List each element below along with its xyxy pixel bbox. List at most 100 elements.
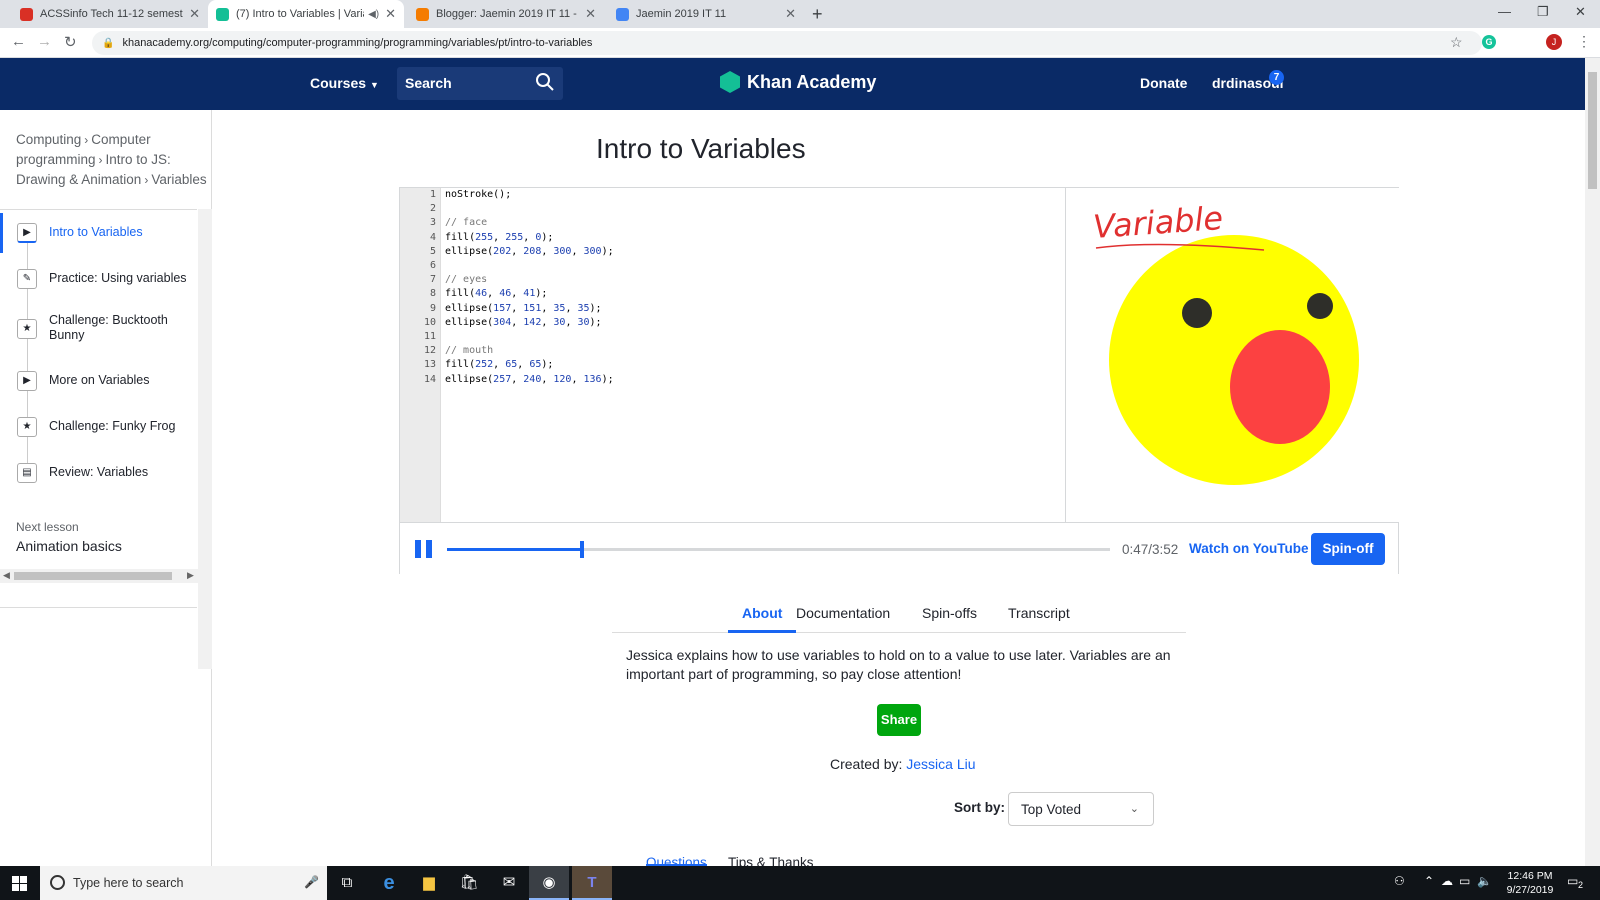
line-number: 11 xyxy=(423,331,436,342)
tab-transcript[interactable]: Transcript xyxy=(1008,605,1070,633)
share-button[interactable]: Share xyxy=(877,704,921,736)
mail-icon[interactable]: ✉ xyxy=(489,866,529,900)
people-icon[interactable]: ⚇ xyxy=(1394,874,1405,888)
chevron-right-icon: › xyxy=(84,133,89,147)
system-clock[interactable]: 12:46 PM 9/27/2019 xyxy=(1500,869,1560,897)
clock-date: 9/27/2019 xyxy=(1506,884,1554,896)
sidebar-item-challenge-bucktooth-bunny[interactable]: ★ Challenge: Bucktooth Bunny xyxy=(0,305,197,357)
author-link[interactable]: Jessica Liu xyxy=(906,756,975,772)
tab-about[interactable]: About xyxy=(728,605,797,633)
next-lesson-label: Next lesson xyxy=(16,520,79,534)
edge-browser-icon[interactable]: e xyxy=(369,866,409,900)
chevron-right-icon: › xyxy=(144,173,149,187)
browser-tab[interactable]: Blogger: Jaemin 2019 IT 11 - Cre ✕ xyxy=(408,0,604,28)
minimize-icon[interactable]: — xyxy=(1498,4,1511,19)
watch-on-youtube-link[interactable]: Watch on YouTube xyxy=(1189,541,1309,556)
scrollbar-thumb[interactable] xyxy=(14,572,172,580)
breadcrumb-link[interactable]: Variables xyxy=(151,172,206,187)
close-window-icon[interactable]: ✕ xyxy=(1575,4,1586,20)
forward-icon[interactable]: → xyxy=(37,33,52,50)
lesson-sidebar: Computing › Computer programming › Intro to … xyxy=(0,110,212,866)
code-line: // face xyxy=(445,217,488,229)
tab-documentation[interactable]: Documentation xyxy=(796,605,890,633)
close-tab-icon[interactable]: ✕ xyxy=(785,6,796,22)
browser-tab-strip: ACSSinfo Tech 11-12 semester 1 ✕ (7) Int… xyxy=(0,0,1600,28)
profile-avatar[interactable]: J xyxy=(1546,34,1562,50)
windows-taskbar: Type here to search 🎤 ⧉ e ▆ 🛍 ✉ ◉ T ⚇ ⌃ … xyxy=(0,866,1600,900)
tab-spin-offs[interactable]: Spin-offs xyxy=(922,605,977,633)
sidebar-item-review-variables[interactable]: ▤ Review: Variables xyxy=(0,453,197,493)
code-editor[interactable]: noStroke(); // face fill(255, 255, 0); elli… xyxy=(445,188,1045,522)
task-view-icon[interactable]: ⧉ xyxy=(327,866,367,900)
page-scrollbar[interactable] xyxy=(1585,58,1600,866)
windows-start-icon[interactable] xyxy=(12,876,27,891)
action-center-icon[interactable]: ▭ xyxy=(1567,874,1578,888)
address-bar[interactable]: 🔒 khanacademy.org/computing/computer-pro… xyxy=(92,31,1482,55)
close-tab-icon[interactable]: ✕ xyxy=(385,6,396,22)
tab-questions[interactable]: Questions xyxy=(646,855,707,866)
search-input[interactable]: Search xyxy=(397,67,563,100)
close-tab-icon[interactable]: ✕ xyxy=(189,6,200,22)
close-tab-icon[interactable]: ✕ xyxy=(585,6,596,22)
microphone-icon[interactable]: 🎤 xyxy=(304,875,319,889)
taskbar-search-placeholder: Type here to search xyxy=(73,876,184,890)
next-lesson-link[interactable]: Animation basics xyxy=(16,538,122,554)
sidebar-scrollbar[interactable] xyxy=(198,209,212,669)
scrollbar-thumb[interactable] xyxy=(1588,72,1597,189)
restore-icon[interactable]: ❐ xyxy=(1537,4,1549,20)
khan-academy-logo[interactable]: Khan Academy xyxy=(720,71,876,93)
grammarly-extension-icon[interactable]: G xyxy=(1482,35,1496,49)
teams-icon[interactable]: T xyxy=(572,866,612,900)
right-eye-ellipse xyxy=(1307,293,1333,319)
line-number: 7 xyxy=(429,274,436,286)
reload-icon[interactable]: ↻ xyxy=(64,33,77,51)
courses-menu-button[interactable]: Courses ▼ xyxy=(310,75,379,91)
scroll-right-icon[interactable]: ▶ xyxy=(187,570,194,581)
new-tab-icon[interactable]: + xyxy=(812,4,823,25)
browser-tab[interactable]: ACSSinfo Tech 11-12 semester 1 ✕ xyxy=(12,0,208,28)
scrubber-handle[interactable] xyxy=(580,541,585,558)
speaker-icon[interactable]: ◀) xyxy=(368,9,379,20)
chrome-icon[interactable]: ◉ xyxy=(529,866,569,900)
sidebar-item-label: Intro to Variables xyxy=(49,225,143,239)
sidebar-item-label: Practice: Using variables xyxy=(49,271,187,285)
file-explorer-icon[interactable]: ▆ xyxy=(409,866,449,900)
code-line: fill(255, 255, 0); xyxy=(445,231,554,243)
playback-scrubber[interactable] xyxy=(447,541,1110,558)
star-icon: ★ xyxy=(17,417,37,437)
code-line: ellipse(157, 151, 35, 35); xyxy=(445,302,602,314)
browser-tab-active[interactable]: (7) Intro to Variables | Variabl ◀) ✕ xyxy=(208,0,404,28)
network-icon[interactable]: ▭ xyxy=(1459,874,1470,888)
sidebar-item-practice-using-variables[interactable]: ✎ Practice: Using variables xyxy=(0,259,197,299)
back-icon[interactable]: ← xyxy=(11,33,26,50)
pause-bar xyxy=(415,540,421,558)
content-tabs: About Documentation Spin-offs Transcript xyxy=(612,602,1186,633)
volume-icon[interactable]: 🔈 xyxy=(1477,874,1492,888)
donate-link[interactable]: Donate xyxy=(1140,75,1187,91)
menu-kebab-icon[interactable]: ⋮ xyxy=(1577,33,1591,50)
sort-select[interactable]: Top Voted ⌄ xyxy=(1008,792,1154,826)
taskbar-search-input[interactable]: Type here to search 🎤 xyxy=(40,866,327,900)
browser-tab-title: Jaemin 2019 IT 11 xyxy=(636,8,727,20)
scroll-left-icon[interactable]: ◀ xyxy=(3,570,10,581)
spin-off-button[interactable]: Spin-off xyxy=(1311,533,1385,565)
store-icon[interactable]: 🛍 xyxy=(449,866,489,900)
sidebar-item-more-on-variables[interactable]: ▶ More on Variables xyxy=(0,361,197,401)
sort-selected-value: Top Voted xyxy=(1021,802,1082,817)
breadcrumb-link[interactable]: Computing xyxy=(16,132,81,147)
browser-tab-title: (7) Intro to Variables | Variabl xyxy=(236,8,365,20)
line-number-gutter: 1 2 3 4 5 6 7 8 9 10 11 12 13 14 xyxy=(400,188,441,522)
onedrive-cloud-icon[interactable]: ☁ xyxy=(1441,874,1453,888)
sidebar-horizontal-scrollbar[interactable]: ◀ ▶ xyxy=(0,569,212,583)
tab-tips-thanks[interactable]: Tips & Thanks xyxy=(728,855,814,866)
browser-tab[interactable]: Jaemin 2019 IT 11 ✕ xyxy=(608,0,804,28)
courses-label: Courses xyxy=(310,75,367,91)
sidebar-item-intro-to-variables[interactable]: ▶ Intro to Variables xyxy=(0,213,197,253)
notification-badge[interactable]: 7 xyxy=(1269,70,1284,85)
pause-button[interactable] xyxy=(415,540,433,558)
program-output-drawing: Variable xyxy=(1092,199,1359,485)
sidebar-item-challenge-funky-frog[interactable]: ★ Challenge: Funky Frog xyxy=(0,407,197,447)
bookmark-star-icon[interactable]: ☆ xyxy=(1450,34,1463,51)
sidebar-item-label: Review: Variables xyxy=(49,465,149,479)
show-hidden-icons-icon[interactable]: ⌃ xyxy=(1424,874,1434,888)
